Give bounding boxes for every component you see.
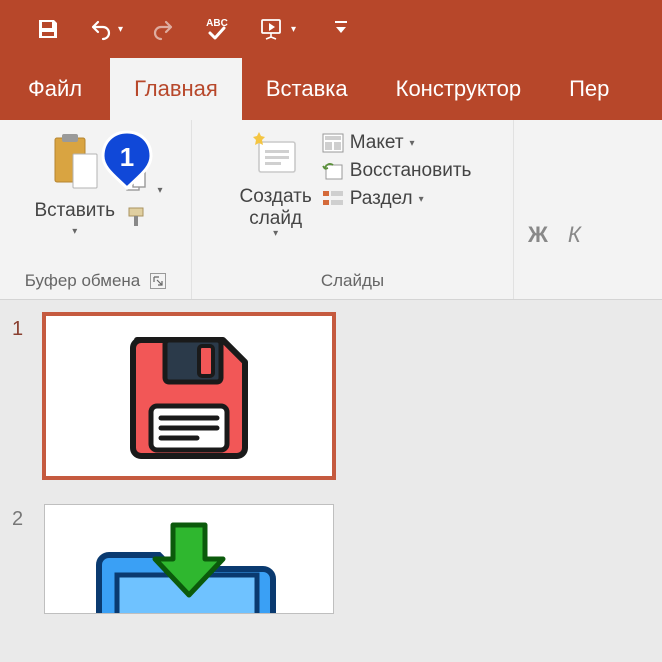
copy-button[interactable]: ▾ <box>125 171 162 198</box>
slides-options: Макет ▾ Восстановить Раздел ▾ <box>322 128 472 210</box>
clipboard-launcher[interactable] <box>150 273 166 289</box>
folder-download-icon <box>89 505 289 614</box>
group-clipboard-label: Буфер обмена <box>25 271 141 291</box>
reset-label: Восстановить <box>350 160 472 182</box>
italic-button[interactable]: К <box>568 128 581 248</box>
redo-button[interactable] <box>151 17 175 41</box>
reset-button[interactable]: Восстановить <box>322 160 472 182</box>
section-button[interactable]: Раздел ▾ <box>322 188 472 210</box>
save-icon <box>36 17 60 41</box>
slide-thumbnail-preview <box>44 314 334 478</box>
customize-icon <box>334 20 348 38</box>
chevron-down-icon: ▾ <box>410 138 415 149</box>
group-slides-label: Слайды <box>321 271 384 291</box>
tab-design[interactable]: Конструктор <box>372 58 545 120</box>
copy-icon <box>125 171 153 193</box>
quick-access-toolbar: ▾ ABC ▾ <box>0 0 662 58</box>
slide-number: 2 <box>12 504 30 531</box>
chevron-down-icon: ▾ <box>118 24 123 35</box>
group-font: Ж К <box>514 120 595 299</box>
slide-thumbnails-panel: 1 2 <box>0 300 662 662</box>
undo-button[interactable]: ▾ <box>88 17 123 41</box>
chevron-down-icon: ▾ <box>419 194 424 205</box>
reset-icon <box>322 161 344 181</box>
slide-number: 1 <box>12 314 30 341</box>
format-painter-button[interactable] <box>125 206 162 235</box>
floppy-disk-icon <box>119 326 259 466</box>
slideshow-icon <box>259 17 287 41</box>
cut-button[interactable] <box>125 136 162 163</box>
slide-thumbnail-preview <box>44 504 334 614</box>
bold-button[interactable]: Ж <box>528 128 548 248</box>
section-icon <box>322 189 344 209</box>
customize-qat-button[interactable] <box>334 20 348 38</box>
layout-icon <box>322 133 344 153</box>
redo-icon <box>151 17 175 41</box>
chevron-down-icon: ▾ <box>72 226 77 237</box>
tab-home[interactable]: Главная <box>110 58 242 120</box>
layout-label: Макет <box>350 132 404 154</box>
new-slide-label: Создать слайд <box>240 186 312 230</box>
section-label: Раздел <box>350 188 413 210</box>
spellcheck-button[interactable]: ABC <box>203 15 231 43</box>
chevron-down-icon: ▾ <box>273 228 278 239</box>
launcher-icon <box>153 276 163 286</box>
save-button[interactable] <box>36 17 60 41</box>
undo-icon <box>88 17 114 41</box>
tab-transitions[interactable]: Пер <box>545 58 633 120</box>
group-slides: Создать слайд ▾ Макет ▾ Восстановить Раз… <box>192 120 514 299</box>
format-painter-icon <box>125 206 151 230</box>
paste-icon <box>47 132 103 196</box>
slideshow-button[interactable]: ▾ <box>259 17 296 41</box>
tab-insert[interactable]: Вставка <box>242 58 372 120</box>
ribbon: Вставить ▾ ▾ Буфер обмена <box>0 120 662 300</box>
chevron-down-icon: ▾ <box>291 24 296 35</box>
tab-file[interactable]: Файл <box>0 58 110 120</box>
layout-button[interactable]: Макет ▾ <box>322 132 472 154</box>
clipboard-small-buttons: ▾ <box>125 128 162 235</box>
slide-thumbnail[interactable]: 1 <box>12 314 650 478</box>
spellcheck-icon: ABC <box>203 15 231 43</box>
ribbon-tabs: Файл Главная Вставка Конструктор Пер <box>0 58 662 120</box>
paste-button[interactable]: Вставить ▾ <box>28 128 121 241</box>
new-slide-button[interactable]: Создать слайд ▾ <box>234 128 318 243</box>
paste-label: Вставить <box>34 200 115 222</box>
slide-thumbnail[interactable]: 2 <box>12 504 650 614</box>
cut-icon <box>125 136 151 158</box>
new-slide-icon <box>249 132 303 182</box>
chevron-down-icon: ▾ <box>157 185 162 196</box>
group-clipboard: Вставить ▾ ▾ Буфер обмена <box>0 120 192 299</box>
